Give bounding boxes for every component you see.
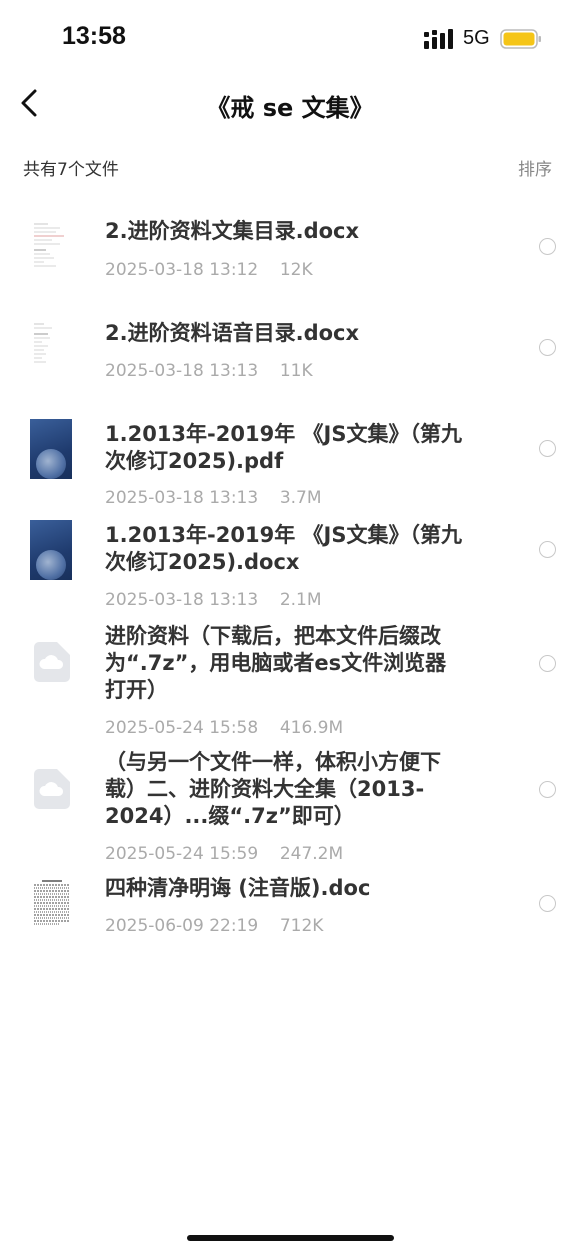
file-meta: 2025-05-24 15:59 247.2M xyxy=(105,844,343,864)
text-page-icon xyxy=(30,878,74,930)
select-radio[interactable] xyxy=(539,440,556,457)
select-radio[interactable] xyxy=(539,781,556,798)
file-date: 2025-06-09 22:19 xyxy=(105,916,259,936)
select-radio[interactable] xyxy=(539,541,556,558)
file-size: 12K xyxy=(279,260,313,280)
sort-button[interactable]: 排序 xyxy=(518,155,552,180)
file-size: 2.1M xyxy=(279,590,322,610)
file-meta: 2025-03-18 13:12 12K xyxy=(105,260,313,280)
file-size: 3.7M xyxy=(279,488,322,508)
file-meta: 2025-03-18 13:13 2.1M xyxy=(105,590,322,610)
file-date: 2025-03-18 13:13 xyxy=(105,361,259,381)
file-meta: 2025-05-24 15:58 416.9M xyxy=(105,718,343,738)
file-meta: 2025-06-09 22:19 712K xyxy=(105,916,323,936)
file-meta: 2025-03-18 13:13 11K xyxy=(105,361,313,381)
doc-preview-icon xyxy=(30,318,70,376)
file-date: 2025-03-18 13:13 xyxy=(105,488,259,508)
select-radio[interactable] xyxy=(539,238,556,255)
file-date: 2025-03-18 13:13 xyxy=(105,590,259,610)
file-name: 1.2013年-2019年 《JS文集》（第九次修订2025).pdf xyxy=(105,422,462,473)
file-name: 进阶资料（下载后，把本文件后缀改为“.7z”，用电脑或者es文件浏览器打开） xyxy=(105,624,447,702)
select-radio[interactable] xyxy=(539,339,556,356)
select-radio[interactable] xyxy=(539,655,556,672)
cloud-file-icon xyxy=(34,769,70,809)
nav-bar: 《戒 se 文集》 xyxy=(0,70,580,136)
file-date: 2025-05-24 15:58 xyxy=(105,718,259,738)
book-cover-icon xyxy=(30,419,72,479)
file-name: 1.2013年-2019年 《JS文集》（第九次修订2025).docx xyxy=(105,523,462,574)
file-count: 共有7个文件 xyxy=(23,160,119,180)
cloud-file-icon xyxy=(34,642,70,682)
file-size: 11K xyxy=(279,361,313,381)
file-size: 416.9M xyxy=(279,718,344,738)
file-date: 2025-05-24 15:59 xyxy=(105,844,259,864)
file-meta: 2025-03-18 13:13 3.7M xyxy=(105,488,322,508)
file-date: 2025-03-18 13:12 xyxy=(105,260,259,280)
doc-preview-icon xyxy=(30,218,70,276)
file-item[interactable]: 1.2013年-2019年 《JS文集》（第九次修订2025).docx 202… xyxy=(0,0,580,610)
select-radio[interactable] xyxy=(539,895,556,912)
file-size: 247.2M xyxy=(279,844,344,864)
file-name: （与另一个文件一样，体积小方便下载）二、进阶资料大全集（2013-2024）..… xyxy=(105,750,441,828)
file-name: 2.进阶资料语音目录.docx xyxy=(105,321,360,345)
file-size: 712K xyxy=(279,916,324,936)
file-name: 2.进阶资料文集目录.docx xyxy=(105,219,360,243)
home-indicator[interactable] xyxy=(187,1235,394,1241)
file-name: 四种清净明诲 (注音版).doc xyxy=(105,876,371,900)
book-cover-icon xyxy=(30,520,72,580)
page-title: 《戒 se 文集》 xyxy=(206,94,374,122)
